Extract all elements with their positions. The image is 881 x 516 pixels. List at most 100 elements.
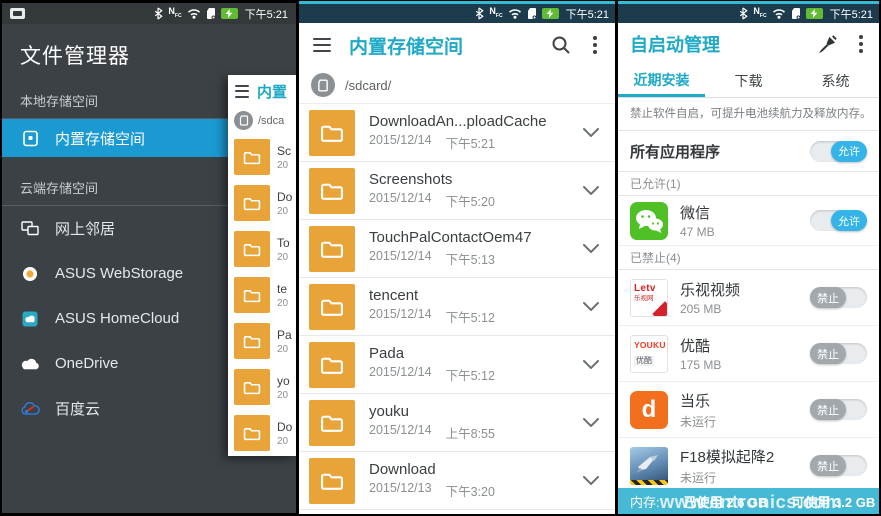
- file-time: 下午5:20: [446, 191, 495, 210]
- autostart-toggle[interactable]: 禁止: [810, 343, 867, 364]
- autostart-toggle[interactable]: 禁止: [810, 399, 867, 420]
- file-name: te: [277, 282, 288, 296]
- autostart-toggle[interactable]: 允许: [810, 210, 867, 231]
- section-blocked: 已禁止(4): [618, 246, 879, 270]
- file-time: 下午3:20: [446, 481, 495, 500]
- file-date: 2015/12/14: [369, 191, 432, 210]
- clean-brush-icon[interactable]: [818, 35, 837, 54]
- list-item[interactable]: To20: [228, 226, 296, 272]
- file-date: 2015/12/14: [369, 307, 432, 326]
- folder-icon: [309, 168, 355, 214]
- asus-homecloud-icon: [20, 311, 40, 327]
- asus-webstorage-icon: [20, 266, 40, 282]
- nfc-icon: NFC: [489, 7, 502, 21]
- chevron-down-icon[interactable]: [583, 298, 599, 316]
- autostart-manager-screen: NFC 下午5:21 自启动管理 近期安装 下载 系统 禁止软件自启，可提升电池…: [618, 1, 879, 514]
- autostart-toggle[interactable]: 禁止: [810, 287, 867, 308]
- list-item[interactable]: Pa20: [228, 318, 296, 364]
- sdcard-icon: [527, 7, 537, 20]
- file-date: 20: [277, 436, 292, 447]
- all-apps-toggle[interactable]: 允许: [810, 141, 867, 162]
- folder-icon: [234, 323, 270, 359]
- onedrive-icon: [20, 358, 40, 370]
- file-name: yo: [277, 374, 290, 388]
- file-row[interactable]: Pada2015/12/14下午5:12: [299, 336, 615, 394]
- file-date: 20: [277, 252, 290, 263]
- toggle-label: 允许: [831, 210, 867, 231]
- status-time: 下午5:21: [566, 6, 609, 22]
- tab-bar: 近期安装 下载 系统: [618, 65, 879, 98]
- status-time: 下午5:21: [245, 6, 288, 22]
- wifi-icon: [187, 8, 201, 19]
- file-manager-drawer-screen: NFC 下午5:21 文件管理器 本地存储空间 内置存储空间 云端存储空间 网上…: [2, 3, 296, 513]
- storage-breadcrumb-icon: [234, 111, 253, 130]
- youku-icon: YOUKU 优酷: [630, 335, 668, 373]
- status-time: 下午5:21: [830, 6, 873, 22]
- internal-storage-icon: [20, 130, 40, 147]
- menu-icon[interactable]: [235, 85, 249, 98]
- file-row[interactable]: tencent2015/12/14下午5:12: [299, 278, 615, 336]
- file-row[interactable]: DownloadAn...ploadCache2015/12/14下午5:21: [299, 104, 615, 162]
- sdcard-icon: [206, 7, 216, 20]
- toggle-label: 禁止: [810, 343, 846, 364]
- overflow-menu-icon[interactable]: [855, 33, 867, 54]
- file-name: Do: [277, 190, 292, 204]
- list-item[interactable]: yo20: [228, 364, 296, 410]
- list-item[interactable]: Do20: [228, 180, 296, 226]
- overflow-menu-icon[interactable]: [589, 34, 601, 55]
- file-row[interactable]: youku2015/12/14上午8:55: [299, 394, 615, 452]
- tab-system[interactable]: 系统: [792, 65, 879, 97]
- breadcrumb[interactable]: /sdcard/: [299, 67, 615, 104]
- file-name: DownloadAn...ploadCache: [369, 113, 577, 130]
- file-row[interactable]: Download2015/12/13下午3:20: [299, 452, 615, 510]
- chevron-down-icon[interactable]: [583, 472, 599, 490]
- app-name: 优酷: [680, 335, 810, 356]
- internal-storage-screen: NFC 下午5:21 内置存储空间 /sdcard/ DownloadAn...…: [299, 1, 615, 514]
- file-name: Do: [277, 420, 292, 434]
- tab-downloads[interactable]: 下载: [705, 65, 792, 97]
- file-name: Download: [369, 461, 577, 478]
- app-size: 205 MB: [680, 302, 810, 316]
- nfc-icon: NFC: [168, 7, 181, 21]
- page-title: 内置存储空间: [349, 32, 533, 59]
- chevron-down-icon[interactable]: [583, 182, 599, 200]
- file-name: Screenshots: [369, 171, 577, 188]
- current-path: /sdcard/: [345, 78, 391, 93]
- folder-icon: [309, 400, 355, 446]
- sidebar-item-label: 网上邻居: [55, 218, 115, 239]
- list-item[interactable]: Do 20: [228, 410, 296, 456]
- chevron-down-icon[interactable]: [583, 414, 599, 432]
- sidebar-item-label: 内置存储空间: [55, 128, 145, 149]
- chevron-down-icon[interactable]: [583, 356, 599, 374]
- chevron-down-icon[interactable]: [583, 124, 599, 142]
- list-item[interactable]: te20: [228, 272, 296, 318]
- network-neighborhood-icon: [20, 221, 40, 236]
- app-row-letv: Letv 乐视网 乐视视频205 MB 禁止: [618, 270, 879, 326]
- letv-logo-subtext: 乐视网: [634, 294, 664, 303]
- file-row[interactable]: Screenshots 2015/12/14 下午5:20: [299, 162, 615, 220]
- file-time: 上午8:55: [446, 423, 495, 442]
- memory-used: 已使用 2.6 GB: [684, 492, 768, 511]
- youku-logo-text: YOUKU: [634, 340, 664, 350]
- list-item[interactable]: Sc20: [228, 134, 296, 180]
- dangle-logo-letter: d: [642, 398, 657, 422]
- app-name: 乐视视频: [680, 279, 810, 300]
- file-date: 2015/12/14: [369, 249, 432, 268]
- file-time: 下午5:21: [446, 133, 495, 152]
- menu-icon[interactable]: [313, 38, 331, 53]
- app-size: 47 MB: [680, 225, 810, 239]
- chevron-down-icon[interactable]: [583, 240, 599, 258]
- peek-path: /sdca: [258, 115, 284, 127]
- wifi-icon: [772, 8, 786, 19]
- screenshot-notification-icon: [10, 8, 25, 19]
- bluetooth-icon: [474, 7, 484, 20]
- file-date: 20: [277, 344, 292, 355]
- dangle-icon: d: [630, 391, 668, 429]
- autostart-toggle[interactable]: 禁止: [810, 455, 867, 476]
- file-row[interactable]: TouchPalContactOem472015/12/14下午5:13: [299, 220, 615, 278]
- baidu-cloud-icon: [20, 402, 40, 416]
- folder-icon: [234, 277, 270, 313]
- all-apps-row: 所有应用程序 允许: [618, 131, 879, 172]
- search-icon[interactable]: [551, 35, 571, 55]
- tab-recent-installs[interactable]: 近期安装: [618, 65, 705, 97]
